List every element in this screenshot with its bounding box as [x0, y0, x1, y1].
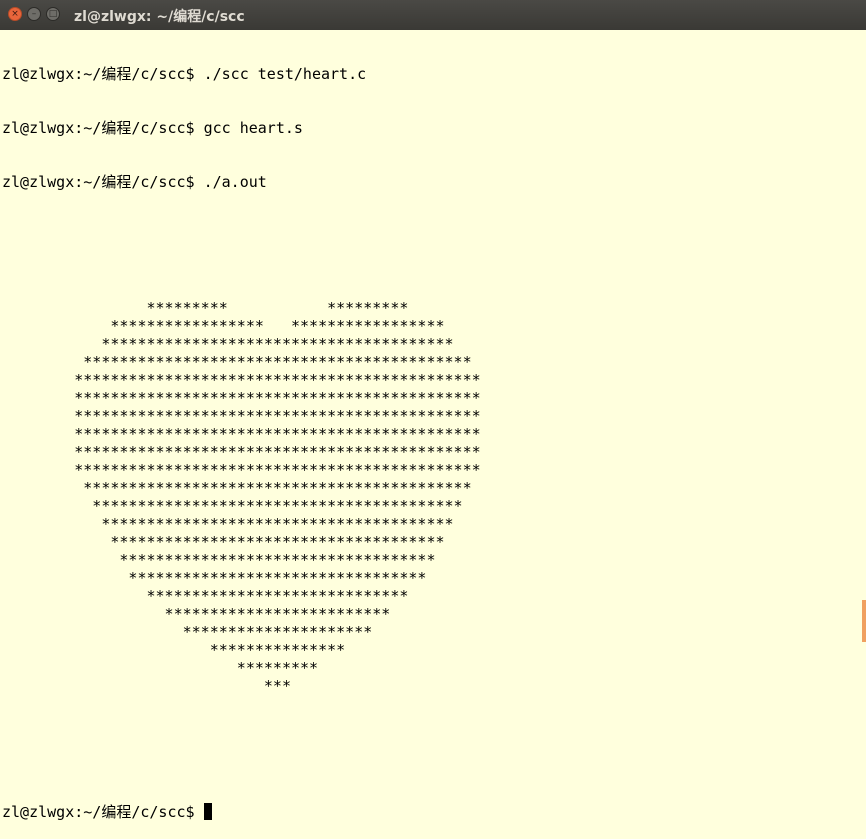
command-line: zl@zlwgx:~/编程/c/scc$ gcc heart.s: [2, 119, 303, 137]
output-line: ****************************************…: [2, 443, 481, 461]
output-line: *********************************: [2, 569, 427, 587]
output-line: ****************************************…: [2, 371, 481, 389]
output-line: *****************************: [2, 587, 409, 605]
output-line: ***: [2, 677, 291, 695]
output-line: ***************: [2, 641, 346, 659]
current-prompt[interactable]: zl@zlwgx:~/编程/c/scc$: [2, 803, 481, 821]
terminal-output[interactable]: zl@zlwgx:~/编程/c/scc$ ./scc test/heart.c …: [2, 29, 481, 839]
output-line: ****************************************…: [2, 425, 481, 443]
title-bar: × – □ zl@zlwgx: ~/编程/c/scc: [0, 0, 866, 30]
command-line: zl@zlwgx:~/编程/c/scc$ ./a.out: [2, 173, 267, 191]
prompt-text: zl@zlwgx:~/编程/c/scc$: [2, 803, 204, 821]
output-line: *************************: [2, 605, 391, 623]
output-line: ****************************************…: [2, 461, 481, 479]
output-line: ****************************************…: [2, 497, 463, 515]
close-button[interactable]: ×: [8, 7, 22, 21]
output-line: ***********************************: [2, 551, 436, 569]
output-line: ***************** *****************: [2, 317, 445, 335]
output-line: ********* *********: [2, 299, 409, 317]
text-cursor: [203, 803, 212, 820]
scrollbar[interactable]: [862, 600, 866, 642]
minimize-button[interactable]: –: [27, 7, 41, 21]
output-line: ****************************************…: [2, 407, 481, 425]
output-line: ****************************************…: [2, 389, 481, 407]
output-line: *********: [2, 659, 319, 677]
output-line: *************************************: [2, 533, 445, 551]
output-line: *********************: [2, 623, 373, 641]
output-line: ****************************************…: [2, 353, 472, 371]
command-line: zl@zlwgx:~/编程/c/scc$ ./scc test/heart.c: [2, 65, 367, 83]
output-line: ***************************************: [2, 515, 454, 533]
output-line: ****************************************…: [2, 479, 472, 497]
output-line: ***************************************: [2, 335, 454, 353]
maximize-button[interactable]: □: [46, 7, 60, 21]
window-title: zl@zlwgx: ~/编程/c/scc: [74, 9, 245, 25]
